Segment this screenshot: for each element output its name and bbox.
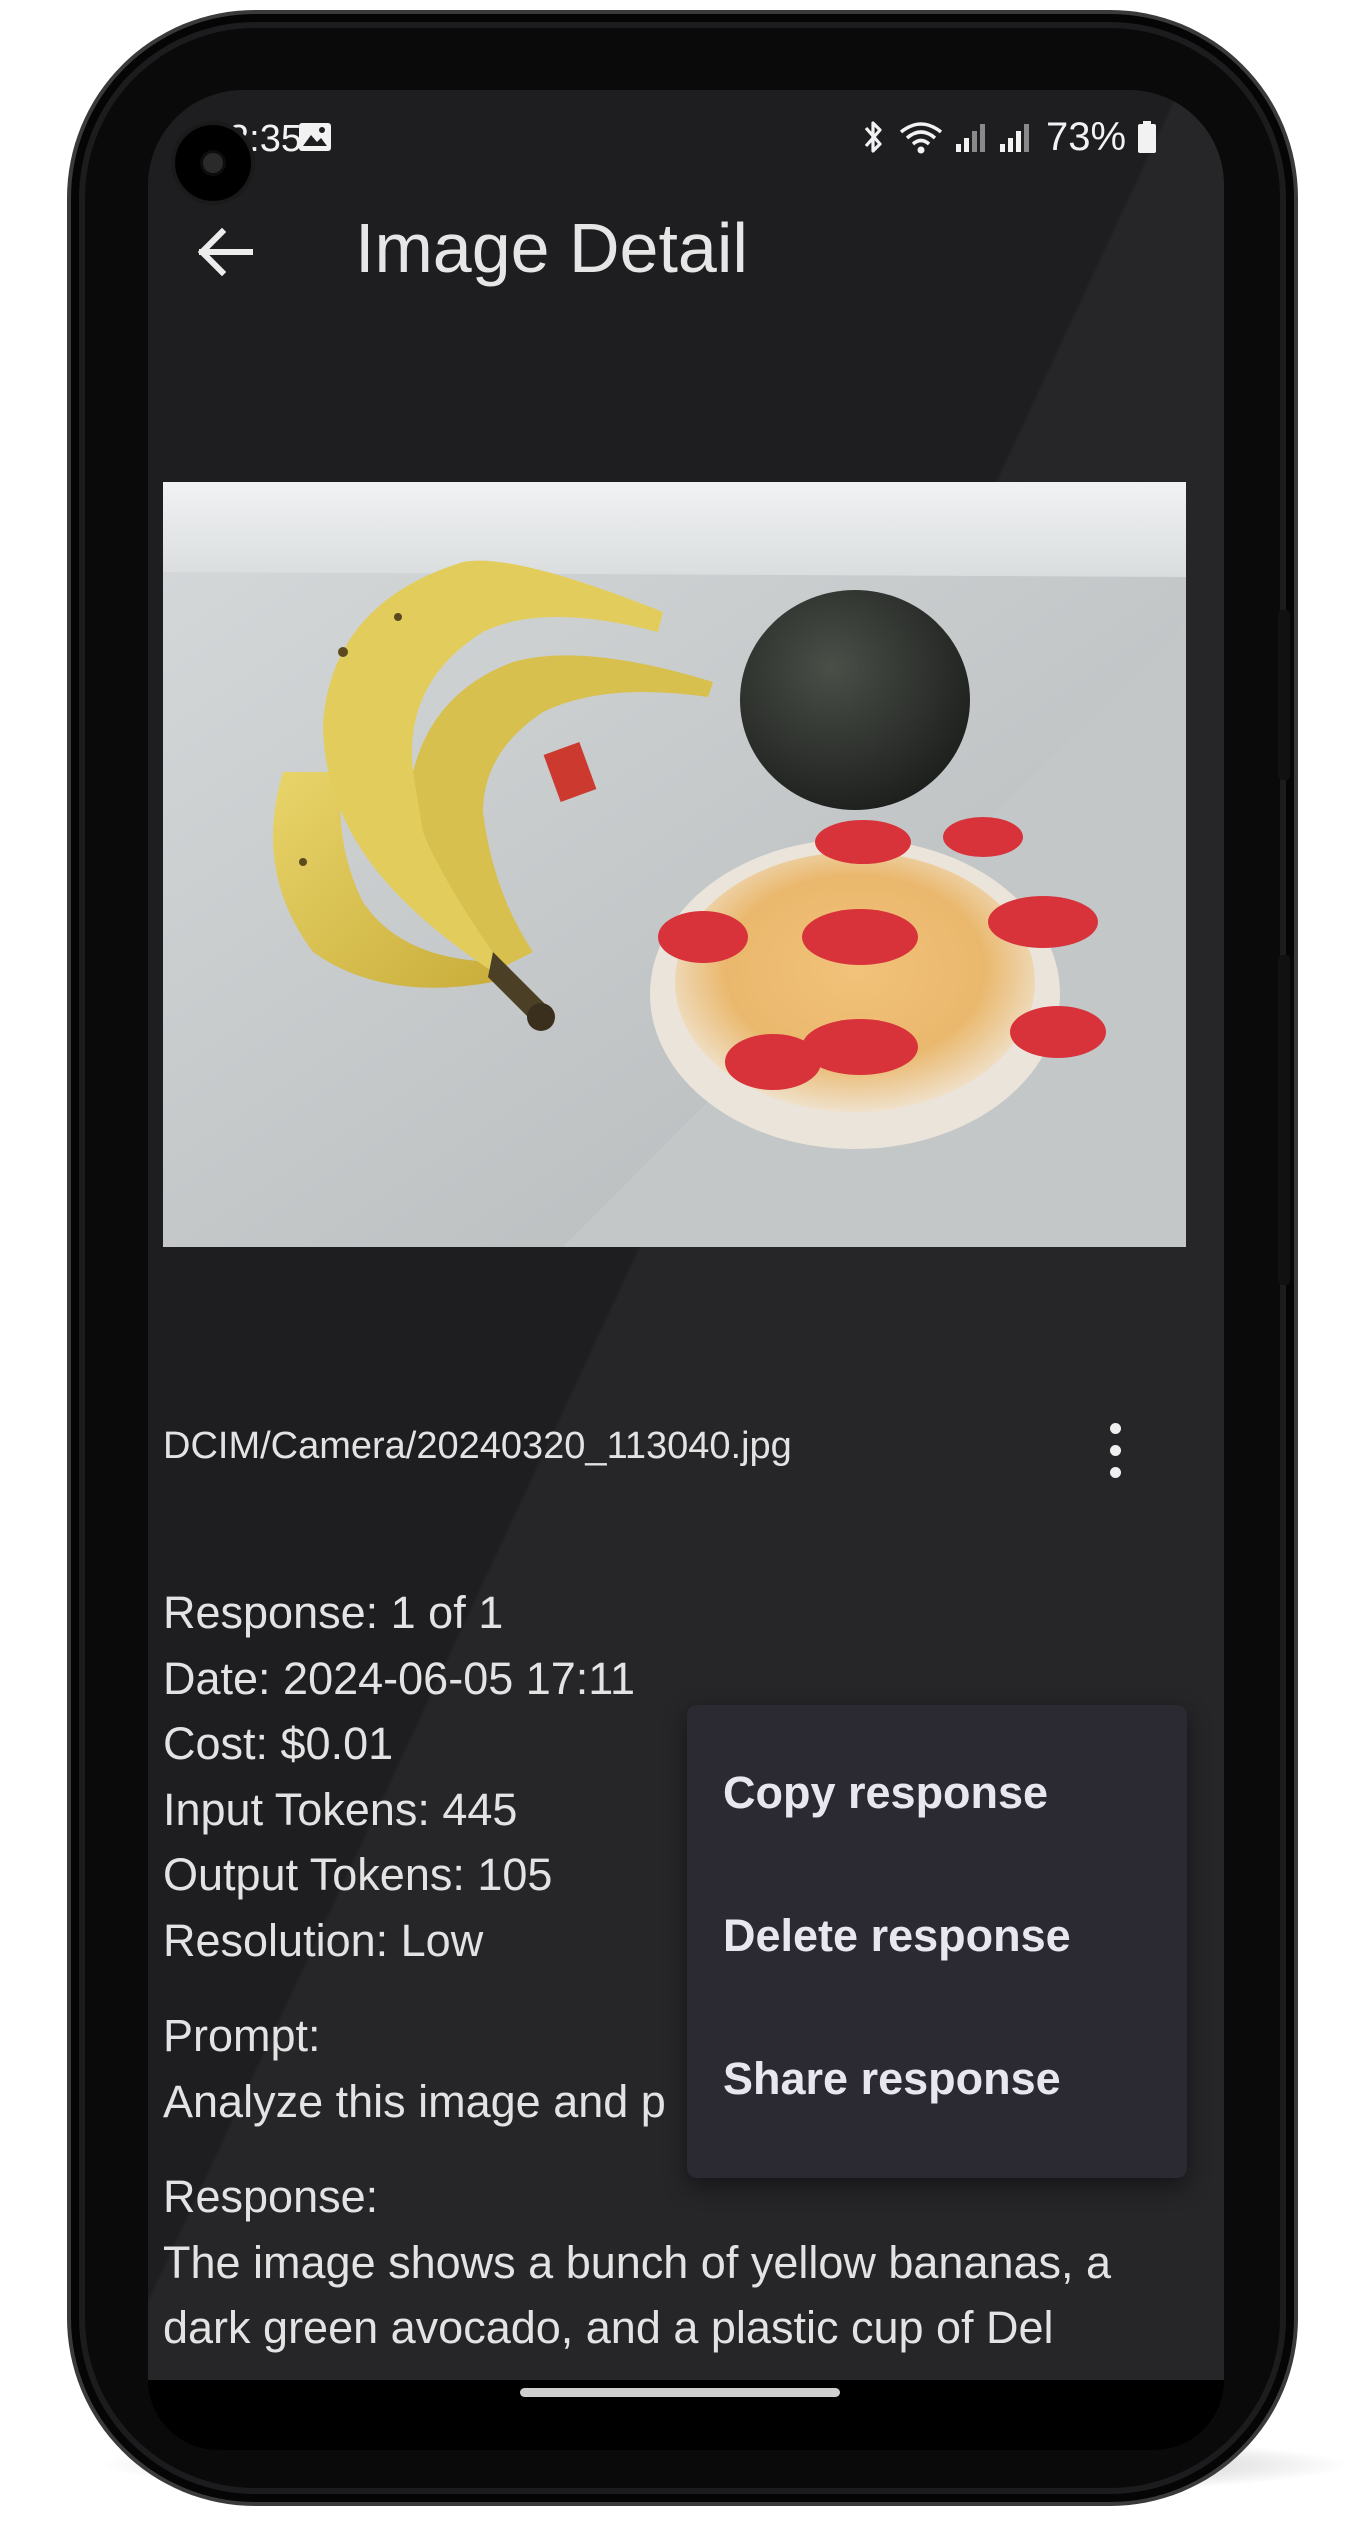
response-date: Date: 2024-06-05 17:11	[163, 1652, 636, 1704]
more-vert-icon	[1109, 1422, 1121, 1434]
response-options-menu: Copy response Delete response Share resp…	[687, 1705, 1187, 2178]
more-options-button[interactable]	[1095, 1410, 1135, 1490]
battery-icon	[1138, 121, 1157, 153]
signal-icon-2	[1000, 124, 1029, 152]
response-text-line-2: dark green avocado, and a plastic cup of…	[163, 2302, 1054, 2353]
photo-illustration	[163, 482, 1186, 1247]
analyzed-image[interactable]	[163, 482, 1186, 1247]
back-button[interactable]	[185, 212, 265, 292]
response-text-line-1: The image shows a bunch of yellow banana…	[163, 2236, 1112, 2288]
menu-item-share-response[interactable]: Share response	[723, 2053, 1061, 2105]
file-path: DCIM/Camera/20240320_113040.jpg	[163, 1425, 792, 1467]
status-icons: 73%	[858, 115, 1158, 159]
menu-item-copy-response[interactable]: Copy response	[723, 1767, 1048, 1819]
response-index: Response: 1 of 1	[163, 1587, 504, 1638]
gesture-navigation-bar[interactable]	[520, 2388, 840, 2397]
battery-percentage: 73%	[1046, 114, 1127, 159]
arrow-back-icon	[197, 227, 253, 277]
page-title: Image Detail	[355, 209, 748, 287]
power-button	[1278, 610, 1290, 780]
bluetooth-icon	[864, 121, 882, 153]
signal-icon-1	[956, 124, 985, 152]
gallery-notification-icon	[299, 123, 331, 151]
front-camera	[175, 125, 251, 201]
volume-button	[1278, 955, 1290, 1285]
menu-item-delete-response[interactable]: Delete response	[723, 1910, 1071, 1962]
wifi-icon	[899, 122, 943, 154]
